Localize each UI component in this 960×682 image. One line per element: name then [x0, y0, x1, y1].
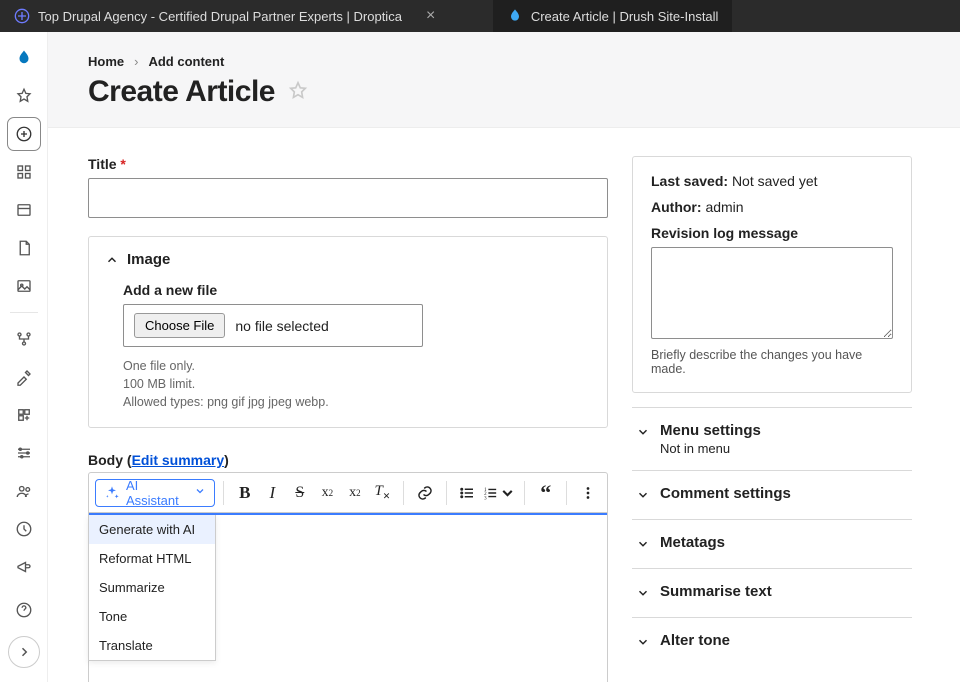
title-label: Title * — [88, 156, 608, 172]
last-saved-label: Last saved: — [651, 173, 728, 189]
ai-menu-item-generate[interactable]: Generate with AI — [89, 515, 215, 544]
main-scroll[interactable]: Home › Add content Create Article Title … — [48, 32, 960, 682]
editor-toolbar: AI Assistant B I S x2 x2 T✕ — [89, 473, 607, 513]
toolbar-separator — [403, 481, 404, 505]
favicon-drupal — [507, 8, 523, 24]
subscript-button[interactable]: x2 — [342, 479, 368, 507]
title-input[interactable] — [88, 178, 608, 218]
list-icon[interactable] — [8, 194, 40, 226]
revision-description: Briefly describe the changes you have ma… — [651, 348, 893, 376]
editor-content-area[interactable]: Generate with AI Reformat HTML Summarize… — [89, 513, 607, 682]
browser-tab-left[interactable]: Top Drupal Agency - Certified Drupal Par… — [0, 0, 416, 32]
ai-menu-item-reformat[interactable]: Reformat HTML — [89, 544, 215, 573]
numbered-list-button[interactable]: 123 — [482, 479, 516, 507]
favicon-droptica — [14, 8, 30, 24]
more-button[interactable] — [575, 479, 601, 507]
people-icon[interactable] — [8, 475, 40, 507]
breadcrumb-item[interactable]: Add content — [148, 54, 224, 69]
bold-button[interactable]: B — [232, 479, 258, 507]
last-saved-value: Not saved yet — [732, 173, 818, 189]
clear-format-button[interactable]: T✕ — [370, 479, 396, 507]
ai-menu-item-translate[interactable]: Translate — [89, 631, 215, 660]
file-hint: One file only. 100 MB limit. Allowed typ… — [123, 357, 591, 411]
sparkle-icon — [104, 485, 120, 501]
browser-tab-right-title: Create Article | Drush Site-Install — [531, 9, 719, 24]
author-value: admin — [705, 199, 743, 215]
page-title: Create Article — [88, 75, 275, 109]
breadcrumb-item[interactable]: Home — [88, 54, 124, 69]
strikethrough-button[interactable]: S — [287, 479, 313, 507]
config-icon[interactable] — [8, 437, 40, 469]
chevron-down-icon — [636, 537, 650, 554]
breadcrumb-separator: › — [134, 54, 138, 69]
chevron-down-icon — [636, 425, 650, 442]
chevron-down-icon — [194, 485, 206, 500]
toolbar-separator — [566, 481, 567, 505]
accordion-comment-settings[interactable]: Comment settings — [632, 471, 912, 520]
toolbar-separator — [223, 481, 224, 505]
add-icon[interactable] — [8, 118, 40, 150]
reports-icon[interactable] — [8, 513, 40, 545]
ai-assistant-dropdown[interactable]: AI Assistant — [95, 479, 215, 507]
file-input-wrapper[interactable]: Choose File no file selected — [123, 304, 423, 347]
chevron-down-icon — [636, 488, 650, 505]
appearance-icon[interactable] — [8, 361, 40, 393]
svg-text:3: 3 — [484, 496, 487, 501]
image-fieldset-toggle[interactable]: Image — [105, 251, 591, 268]
drupal-logo-icon[interactable] — [8, 42, 40, 74]
browser-tabbar: Top Drupal Agency - Certified Drupal Par… — [0, 0, 960, 32]
help-icon[interactable] — [8, 594, 40, 626]
chevron-up-icon — [105, 253, 119, 267]
superscript-button[interactable]: x2 — [315, 479, 341, 507]
toolbar-separator — [446, 481, 447, 505]
bullet-list-button[interactable] — [455, 479, 481, 507]
image-section-label: Image — [127, 251, 170, 268]
favorite-star-icon[interactable] — [287, 80, 309, 105]
publish-info-box: Last saved: Not saved yet Author: admin … — [632, 156, 912, 393]
collapse-icon[interactable] — [8, 636, 40, 668]
author-label: Author: — [651, 199, 702, 215]
choose-file-button[interactable]: Choose File — [134, 313, 225, 338]
chevron-down-icon — [636, 586, 650, 603]
file-icon[interactable] — [8, 232, 40, 264]
blockquote-button[interactable]: “ — [533, 479, 559, 507]
body-editor: AI Assistant B I S x2 x2 T✕ — [88, 472, 608, 682]
grid-icon[interactable] — [8, 156, 40, 188]
breadcrumb: Home › Add content — [88, 54, 920, 69]
add-file-label: Add a new file — [123, 282, 591, 298]
accordion-summarise-text[interactable]: Summarise text — [632, 569, 912, 618]
revision-textarea[interactable] — [651, 247, 893, 339]
page-header: Home › Add content Create Article — [48, 32, 960, 128]
image-fieldset: Image Add a new file Choose File no file… — [88, 236, 608, 428]
star-icon[interactable] — [8, 80, 40, 112]
admin-sidebar — [0, 32, 48, 682]
settings-accordion: Menu settings Not in menu Comment settin… — [632, 407, 912, 666]
file-selected-text: no file selected — [235, 318, 328, 334]
italic-button[interactable]: I — [260, 479, 286, 507]
ai-menu-item-summarize[interactable]: Summarize — [89, 573, 215, 602]
ai-assistant-label: AI Assistant — [126, 478, 184, 508]
tab-close-icon[interactable]: × — [416, 7, 445, 25]
workflow-icon[interactable] — [8, 323, 40, 355]
media-icon[interactable] — [8, 270, 40, 302]
announce-icon[interactable] — [8, 551, 40, 583]
accordion-alter-tone[interactable]: Alter tone — [632, 618, 912, 666]
chevron-down-icon — [636, 635, 650, 652]
link-button[interactable] — [412, 479, 438, 507]
accordion-metatags[interactable]: Metatags — [632, 520, 912, 569]
extend-icon[interactable] — [8, 399, 40, 431]
browser-tab-left-title: Top Drupal Agency - Certified Drupal Par… — [38, 9, 402, 24]
edit-summary-link[interactable]: Edit summary — [132, 452, 225, 468]
revision-label: Revision log message — [651, 225, 893, 241]
ai-menu-item-tone[interactable]: Tone — [89, 602, 215, 631]
body-label: Body (Edit summary) — [88, 452, 608, 468]
toolbar-separator — [524, 481, 525, 505]
ai-assistant-menu: Generate with AI Reformat HTML Summarize… — [88, 515, 216, 661]
browser-tab-right[interactable]: Create Article | Drush Site-Install — [493, 0, 733, 32]
accordion-menu-settings[interactable]: Menu settings Not in menu — [632, 408, 912, 471]
